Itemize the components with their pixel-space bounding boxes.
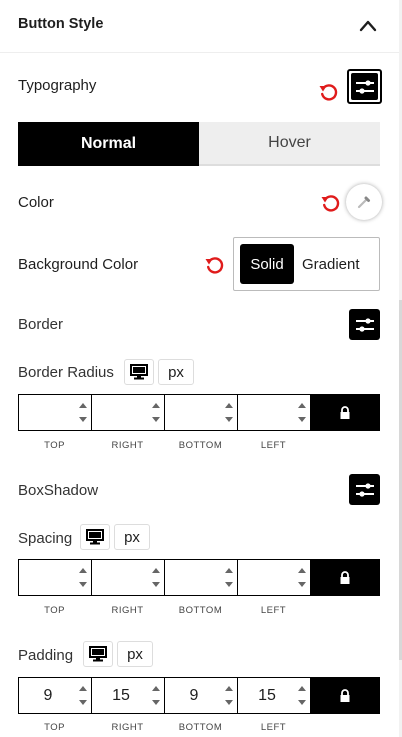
- border-radius-inputs: [18, 394, 380, 431]
- border-radius-left-input[interactable]: [238, 395, 311, 430]
- spacing-unit[interactable]: px: [114, 524, 150, 550]
- background-color-label: Background Color: [18, 256, 139, 273]
- spinner-arrows-icon[interactable]: [150, 563, 162, 592]
- dim-label-top: TOP: [44, 605, 65, 616]
- spacing-device-button[interactable]: [80, 524, 110, 550]
- border-radius-link-button[interactable]: [311, 395, 379, 430]
- border-radius-top-input[interactable]: [19, 395, 92, 430]
- padding-dimension-labels: TOP RIGHT BOTTOM LEFT: [18, 722, 310, 733]
- dim-label-top: TOP: [44, 722, 65, 733]
- boxshadow-settings-button[interactable]: [349, 474, 380, 505]
- border-radius-unit[interactable]: px: [158, 359, 194, 385]
- sliders-icon: [355, 482, 374, 497]
- chevron-up-icon[interactable]: [358, 16, 378, 36]
- typography-settings-button[interactable]: [347, 69, 382, 104]
- dim-label-bottom: BOTTOM: [178, 722, 223, 733]
- color-label: Color: [18, 194, 54, 211]
- typography-label: Typography: [18, 77, 97, 94]
- dim-label-left: LEFT: [260, 440, 287, 451]
- border-radius-device-button[interactable]: [124, 359, 154, 385]
- dim-label-right: RIGHT: [111, 440, 144, 451]
- padding-device-button[interactable]: [83, 641, 113, 667]
- spinner-arrows-icon[interactable]: [223, 681, 235, 710]
- dim-label-right: RIGHT: [111, 722, 144, 733]
- sliders-icon: [355, 317, 374, 332]
- spacing-inputs: [18, 559, 380, 596]
- spacing-bottom-input[interactable]: [165, 560, 238, 595]
- border-label: Border: [18, 316, 64, 333]
- spinner-arrows-icon[interactable]: [77, 563, 89, 592]
- lock-icon: [340, 570, 350, 584]
- solid-option[interactable]: Solid: [240, 244, 294, 284]
- spacing-top-input[interactable]: [19, 560, 92, 595]
- spacing-dimension-labels: TOP RIGHT BOTTOM LEFT: [18, 605, 310, 616]
- spacing-label: Spacing: [18, 530, 73, 547]
- tab-normal[interactable]: Normal: [18, 122, 199, 166]
- padding-inputs: 9 15 9 15: [18, 677, 380, 714]
- padding-top-input[interactable]: 9: [19, 678, 92, 713]
- padding-left-input[interactable]: 15: [238, 678, 311, 713]
- border-radius-right-input[interactable]: [92, 395, 165, 430]
- spinner-arrows-icon[interactable]: [296, 563, 308, 592]
- eyedropper-icon: [357, 196, 370, 209]
- section-divider: [0, 52, 402, 53]
- spinner-arrows-icon[interactable]: [223, 398, 235, 427]
- tab-hover[interactable]: Hover: [199, 122, 380, 166]
- color-picker-button[interactable]: [346, 184, 382, 220]
- desktop-icon: [86, 529, 104, 545]
- dim-label-left: LEFT: [260, 605, 287, 616]
- lock-icon: [340, 688, 350, 702]
- dim-label-right: RIGHT: [111, 605, 144, 616]
- border-radius-label: Border Radius: [18, 364, 114, 381]
- dim-label-bottom: BOTTOM: [178, 605, 223, 616]
- typography-reset-icon[interactable]: [318, 82, 338, 102]
- boxshadow-label: BoxShadow: [18, 482, 99, 499]
- desktop-icon: [89, 646, 107, 662]
- spinner-arrows-icon[interactable]: [296, 398, 308, 427]
- spinner-arrows-icon[interactable]: [77, 681, 89, 710]
- sliders-icon: [351, 73, 378, 100]
- spinner-arrows-icon[interactable]: [77, 398, 89, 427]
- color-reset-icon[interactable]: [320, 193, 340, 213]
- dim-label-bottom: BOTTOM: [178, 440, 223, 451]
- border-settings-button[interactable]: [349, 309, 380, 340]
- spinner-arrows-icon[interactable]: [150, 681, 162, 710]
- spacing-link-button[interactable]: [311, 560, 379, 595]
- lock-icon: [340, 405, 350, 419]
- dim-label-top: TOP: [44, 440, 65, 451]
- padding-link-button[interactable]: [311, 678, 379, 713]
- padding-label: Padding: [18, 647, 74, 664]
- spacing-right-input[interactable]: [92, 560, 165, 595]
- desktop-icon: [130, 364, 148, 380]
- spacing-left-input[interactable]: [238, 560, 311, 595]
- border-radius-bottom-input[interactable]: [165, 395, 238, 430]
- dim-label-left: LEFT: [260, 722, 287, 733]
- border-radius-dimension-labels: TOP RIGHT BOTTOM LEFT: [18, 440, 310, 451]
- state-tabs: Normal Hover: [18, 122, 380, 166]
- section-title: Button Style: [18, 16, 104, 32]
- spinner-arrows-icon[interactable]: [296, 681, 308, 710]
- padding-right-input[interactable]: 15: [92, 678, 165, 713]
- padding-bottom-input[interactable]: 9: [165, 678, 238, 713]
- background-color-reset-icon[interactable]: [204, 255, 224, 275]
- button-style-panel: Button Style Typography Normal Hover Col…: [0, 0, 402, 737]
- spinner-arrows-icon[interactable]: [223, 563, 235, 592]
- padding-unit[interactable]: px: [117, 641, 153, 667]
- background-type-selector: Solid Gradient: [233, 237, 380, 291]
- gradient-option[interactable]: Gradient: [294, 244, 360, 284]
- spinner-arrows-icon[interactable]: [150, 398, 162, 427]
